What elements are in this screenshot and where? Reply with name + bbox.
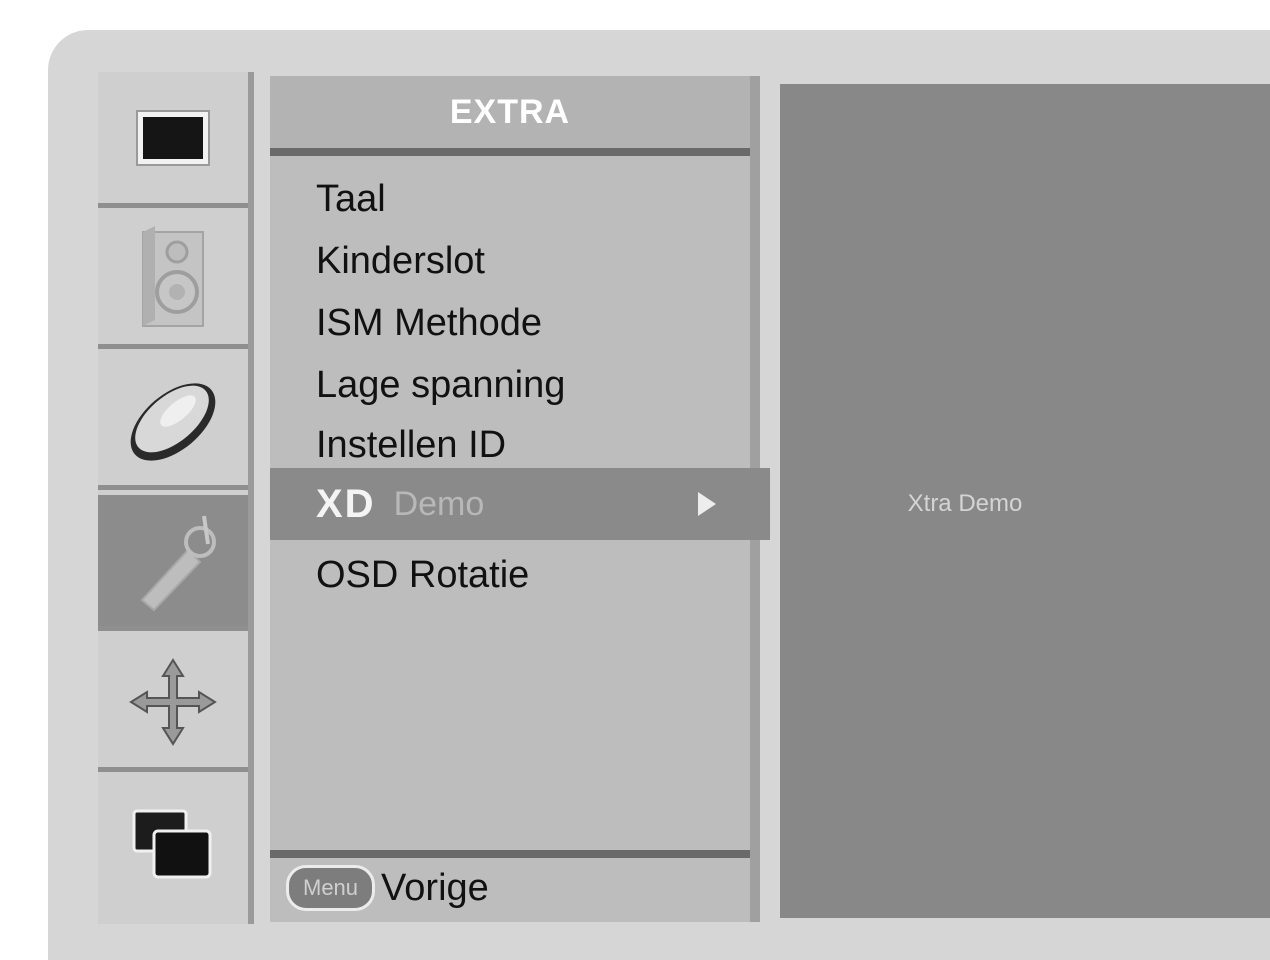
move-arrows-icon — [123, 652, 223, 752]
menu-item-xd-demo[interactable]: XD Demo — [270, 468, 770, 540]
extra-menu-panel: EXTRA Taal Kinderslot ISM Methode Lage s… — [270, 76, 770, 922]
menu-item-instellen-id[interactable]: Instellen ID — [270, 414, 750, 476]
sidebar-item-extra[interactable] — [98, 495, 248, 631]
category-sidebar — [98, 72, 254, 924]
back-label: Vorige — [381, 866, 489, 909]
submenu-arrow-icon — [698, 492, 716, 516]
menu-item-label: OSD Rotatie — [316, 553, 530, 596]
sidebar-item-time[interactable] — [98, 354, 248, 490]
menu-footer: Menu Vorige — [270, 850, 750, 918]
menu-item-label: Kinderslot — [316, 239, 485, 282]
menu-item-label: Demo — [393, 484, 485, 523]
menu-item-label: Lage spanning — [316, 363, 566, 406]
sidebar-item-picture[interactable] — [98, 72, 248, 208]
speaker-icon — [133, 224, 213, 334]
picture-icon — [133, 103, 213, 173]
menu-item-ism-methode[interactable]: ISM Methode — [270, 292, 750, 354]
sidebar-item-screen[interactable] — [98, 636, 248, 772]
submenu-panel: Xtra Demo — [780, 84, 1270, 918]
menu-item-label: Instellen ID — [316, 423, 507, 466]
sidebar-item-sound[interactable] — [98, 213, 248, 349]
menu-item-kinderslot[interactable]: Kinderslot — [270, 230, 750, 292]
submenu-item-xtra-demo[interactable]: Xtra Demo — [780, 476, 1270, 532]
menu-header: EXTRA — [270, 76, 750, 156]
menu-item-label: ISM Methode — [316, 301, 542, 344]
wrench-icon — [118, 506, 228, 616]
xd-logo: XD — [316, 481, 376, 526]
menu-item-lage-spanning[interactable]: Lage spanning — [270, 354, 750, 416]
menu-item-taal[interactable]: Taal — [270, 168, 750, 230]
submenu-item-label: Xtra Demo — [907, 490, 1023, 517]
menu-item-osd-rotatie[interactable]: OSD Rotatie — [270, 544, 750, 606]
disc-icon — [118, 365, 228, 475]
menu-key-button[interactable]: Menu — [286, 865, 376, 911]
sidebar-item-pip[interactable] — [98, 777, 248, 913]
menu-title: EXTRA — [449, 92, 571, 131]
menu-item-label: Taal — [316, 177, 386, 220]
pip-windows-icon — [128, 805, 218, 885]
